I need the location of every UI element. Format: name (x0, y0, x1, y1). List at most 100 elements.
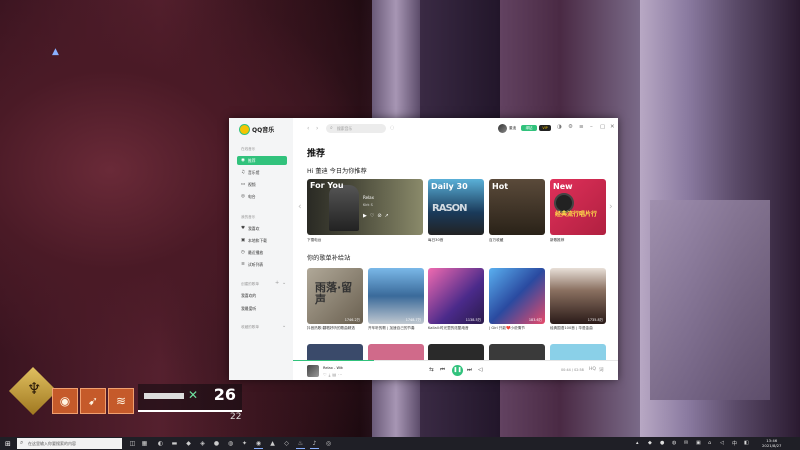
sidebar-item-local-download[interactable]: ▣ 本地和下载 (237, 236, 287, 245)
app-icon[interactable]: ✦ (240, 439, 249, 448)
vip-badge[interactable]: 绿钻 (521, 125, 537, 131)
progress-bar[interactable] (293, 360, 618, 361)
close-icon[interactable]: ✕ (610, 124, 615, 130)
collapse-icon[interactable]: ⌄ (282, 323, 286, 329)
ime-indicator[interactable]: 中 (732, 440, 737, 447)
sidebar-item-liked[interactable]: ♥ 我喜欢 (237, 224, 287, 233)
search-box[interactable]: ⌕ (326, 124, 386, 133)
app-icon[interactable]: ◍ (226, 439, 235, 448)
scroll-left-icon[interactable]: ‹ (298, 202, 302, 212)
playlist-caption[interactable]: 开车听的歌 | 加速自己的节奏 (368, 326, 426, 331)
app-icon[interactable]: ● (212, 439, 221, 448)
settings-icon[interactable]: ⚙ (568, 124, 573, 130)
sidebar-item-music-hall[interactable]: ♫ 音乐馆 (237, 168, 287, 177)
skin-icon[interactable]: ◑ (557, 124, 562, 130)
playlist-card[interactable] (550, 344, 606, 360)
app-icon[interactable]: ◈ (198, 439, 207, 448)
voice-search-icon[interactable]: ◌ (390, 125, 394, 131)
add-playlist-icon[interactable]: + (275, 280, 279, 286)
play-icon[interactable]: ▶ (363, 213, 370, 219)
vip-badge-2[interactable]: VIP (539, 125, 551, 131)
playlist-card[interactable]: 183.6万 (489, 268, 545, 324)
next-icon[interactable]: ⏭ (467, 367, 472, 374)
playlist-caption[interactable]: Kallall:时光里的炫酷电音 (428, 326, 486, 331)
file-explorer-icon[interactable]: ▬ (170, 439, 179, 448)
tray-icon[interactable]: ✉ (684, 440, 688, 446)
maximize-icon[interactable]: ▢ (600, 124, 605, 130)
volume-icon[interactable]: ◁ (720, 440, 724, 446)
sidebar-item-trial-list[interactable]: ≡ 试听列表 (237, 260, 287, 269)
prev-icon[interactable]: ⏮ (440, 367, 445, 374)
playlist-caption[interactable]: 经典国语100首 | 华语金曲 (550, 326, 608, 331)
playlist-card[interactable] (489, 344, 545, 360)
forward-arrow-icon[interactable]: › (316, 125, 318, 132)
playlist-caption[interactable]: 抖音热歌:翻唱好听的歌曲精选 (307, 326, 365, 331)
app-icon[interactable]: ◆ (184, 439, 193, 448)
widget-icon[interactable]: ▦ (140, 439, 149, 448)
search-input[interactable] (337, 124, 383, 133)
system-clock[interactable]: 13:46 2021/8/27 (762, 438, 781, 448)
steam-icon[interactable]: ♨ (296, 439, 305, 449)
qq-music-taskbar-icon[interactable]: ♪ (310, 439, 319, 449)
app-icon[interactable]: ▲ (268, 439, 277, 448)
card-caption[interactable]: 下雪电台 (307, 238, 321, 243)
for-you-card[interactable]: For You Relax Kirk S ▶♡⊘↗ (307, 179, 423, 235)
volume-icon[interactable]: ◁ (478, 367, 482, 373)
sidebar-item-radio[interactable]: ◎ 电台 (237, 192, 287, 201)
more-icon[interactable]: ⋯ (338, 372, 344, 377)
playlist-card[interactable]: 1138.5万 (428, 268, 484, 324)
play-count: 1138.5万 (465, 318, 481, 322)
playlist-caption[interactable]: | Girl 只能❤️小说情节 (489, 326, 547, 331)
playlist-card[interactable] (368, 344, 424, 360)
new-card[interactable]: New 经典流行唱片行 (550, 179, 606, 235)
username[interactable]: 董迪 (509, 126, 516, 131)
playlist-card[interactable]: 1748.7万 (368, 268, 424, 324)
daily-30-card[interactable]: Daily 30 RASON (428, 179, 484, 235)
collapse-icon[interactable]: ⌄ (282, 280, 286, 286)
app-icon[interactable]: ◇ (282, 439, 291, 448)
hot-card[interactable]: Hot (489, 179, 545, 235)
minimize-icon[interactable]: – (590, 124, 593, 130)
now-playing-cover[interactable] (307, 365, 319, 377)
ime-mode-icon[interactable]: ◧ (744, 440, 749, 446)
app-icon[interactable]: ◎ (324, 439, 333, 448)
card-caption[interactable]: 百万收藏 (489, 238, 503, 243)
sidebar-created-playlist[interactable]: 我最爱听 (237, 304, 287, 313)
tray-icon[interactable]: ◆ (648, 440, 652, 446)
pause-button[interactable]: ❚❚ (452, 365, 463, 376)
app-logo[interactable]: QQ音乐 (239, 124, 274, 135)
dislike-icon[interactable]: ⊘ (377, 213, 384, 219)
card-title: New (553, 182, 573, 191)
playlist-card[interactable]: 1735.8万 (550, 268, 606, 324)
share-icon[interactable]: ↗ (385, 213, 392, 219)
task-view-icon[interactable]: ◫ (128, 439, 137, 448)
playlist-card[interactable] (307, 344, 363, 360)
lyrics-icon[interactable]: 词 (599, 367, 604, 373)
windows-start-icon[interactable]: ⊞ (5, 440, 11, 448)
avatar[interactable] (498, 124, 507, 133)
tray-icon[interactable]: ▣ (696, 440, 701, 446)
card-caption[interactable]: 新歌推荐 (550, 238, 564, 243)
tray-icon[interactable]: ◍ (672, 440, 676, 446)
network-icon[interactable]: ⌂ (708, 440, 711, 446)
taskbar-search[interactable]: ⌕ (17, 438, 122, 449)
card-caption[interactable]: 每日30首 (428, 238, 443, 243)
scroll-right-icon[interactable]: › (609, 202, 613, 212)
back-arrow-icon[interactable]: ‹ (307, 125, 309, 132)
quality-badge[interactable]: HQ (589, 367, 596, 372)
sidebar-item-video[interactable]: ▭ 视频 (237, 180, 287, 189)
play-count: 1746.2万 (344, 318, 360, 322)
tray-icon[interactable]: ▴ (636, 440, 639, 446)
game-app-icon[interactable]: ◉ (254, 439, 263, 449)
taskbar-search-input[interactable] (28, 438, 120, 449)
sidebar-item-recent[interactable]: ◷ 最近播放 (237, 248, 287, 257)
sidebar-created-playlist[interactable]: 我喜欢的 (237, 291, 287, 300)
playlist-card[interactable] (428, 344, 484, 360)
sidebar-item-recommend[interactable]: ◉ 推荐 (237, 156, 287, 165)
menu-icon[interactable]: ≡ (579, 124, 584, 130)
now-playing-title[interactable]: Relax - Wik (323, 366, 343, 370)
tray-icon[interactable]: ● (660, 440, 664, 446)
playlist-card[interactable]: 雨落·留声 1746.2万 (307, 268, 363, 324)
playmode-icon[interactable]: ⇆ (429, 367, 434, 373)
edge-browser-icon[interactable]: ◐ (156, 439, 165, 448)
